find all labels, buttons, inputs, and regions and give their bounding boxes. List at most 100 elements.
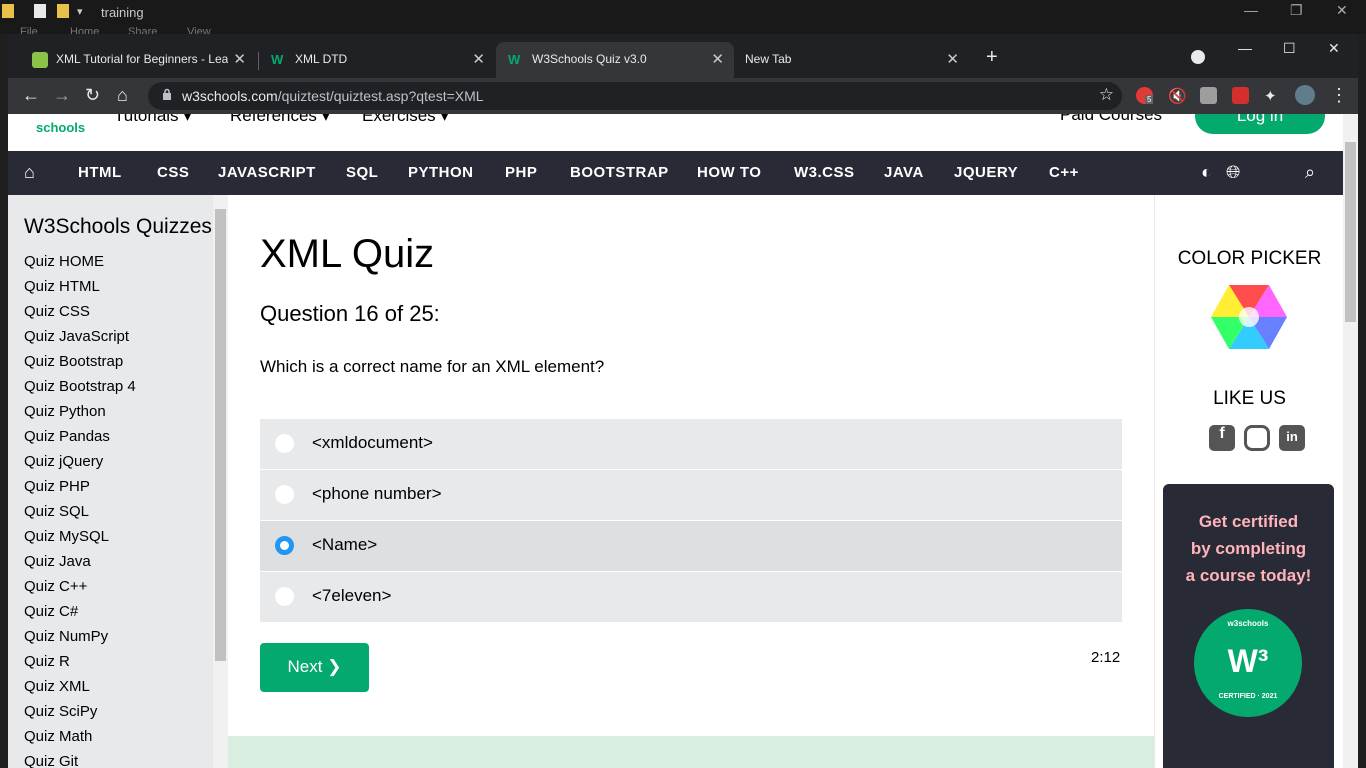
home-icon[interactable]: ⌂ <box>117 85 128 106</box>
facebook-icon[interactable]: f <box>1209 425 1235 451</box>
nav-css[interactable]: CSS <box>157 164 189 181</box>
sidebar-item-quiz-r[interactable]: Quiz R <box>24 653 70 670</box>
tab-w3schools-quiz[interactable]: W W3Schools Quiz v3.0 ✕ <box>496 42 734 78</box>
sidebar-item-quiz-c[interactable]: Quiz C++ <box>24 578 87 595</box>
promo-line: Get certified <box>1198 512 1299 531</box>
tab-xml-dtd[interactable]: W XML DTD ✕ <box>259 42 495 78</box>
radio-button-checked[interactable] <box>275 536 294 555</box>
sidebar-item-quiz-pandas[interactable]: Quiz Pandas <box>24 428 110 445</box>
new-folder-icon[interactable] <box>57 4 69 18</box>
next-button[interactable]: Next ❯ <box>260 643 369 692</box>
page-scrollbar[interactable] <box>1343 114 1358 768</box>
sidebar-item-quiz-python[interactable]: Quiz Python <box>24 403 106 420</box>
sidebar-item-quiz-jquery[interactable]: Quiz jQuery <box>24 453 103 470</box>
quiz-option-selected[interactable]: <Name> <box>260 521 1122 571</box>
reload-icon[interactable]: ↻ <box>85 85 100 106</box>
quiz-option[interactable]: <7eleven> <box>260 572 1122 622</box>
nav-python[interactable]: PYTHON <box>408 164 474 181</box>
sidebar-item-quiz-math[interactable]: Quiz Math <box>24 728 92 745</box>
bookmark-star-icon[interactable]: ☆ <box>1099 85 1114 105</box>
w3schools-certified-badge: w3schools W³ CERTIFIED · 2021 <box>1194 609 1302 717</box>
home-icon[interactable]: ⌂ <box>24 162 35 183</box>
back-icon[interactable]: ← <box>22 85 40 106</box>
radio-button[interactable] <box>275 434 294 453</box>
nav-w3css[interactable]: W3.CSS <box>794 164 855 181</box>
color-wheel-icon[interactable] <box>1210 283 1288 351</box>
w3schools-logo[interactable]: schools <box>36 114 85 135</box>
sidebar-item-quiz-bootstrap[interactable]: Quiz Bootstrap <box>24 353 123 370</box>
properties-icon[interactable] <box>34 4 46 18</box>
sidebar-item-quiz-php[interactable]: Quiz PHP <box>24 478 90 495</box>
radio-button[interactable] <box>275 587 294 606</box>
dark-mode-icon[interactable]: ◐ <box>1201 162 1212 183</box>
right-column: COLOR PICKER LIKE US f in Get certified … <box>1154 195 1343 768</box>
tab-xml-tutorial[interactable]: XML Tutorial for Beginners - Lear ✕ <box>20 42 256 78</box>
sidebar-item-quiz-sql[interactable]: Quiz SQL <box>24 503 89 520</box>
new-tab-plus-icon[interactable]: + <box>986 46 998 69</box>
quiz-option[interactable]: <phone number> <box>260 470 1122 520</box>
logo-text: schools <box>36 120 86 135</box>
tab-close-icon[interactable]: ✕ <box>711 50 724 68</box>
quiz-option[interactable]: <xmldocument> <box>260 419 1122 469</box>
certification-promo[interactable]: Get certified by completing a course tod… <box>1163 484 1334 768</box>
chrome-menu-icon[interactable]: ⋮ <box>1330 85 1348 106</box>
tab-close-icon[interactable]: ✕ <box>472 50 485 68</box>
tab-close-icon[interactable]: ✕ <box>946 50 959 68</box>
sidebar-item-quiz-git[interactable]: Quiz Git <box>24 753 78 768</box>
sidebar-scroll-thumb[interactable] <box>215 209 226 661</box>
sidebar-item-quiz-scipy[interactable]: Quiz SciPy <box>24 703 97 720</box>
image-extension-icon[interactable] <box>1200 87 1217 104</box>
linkedin-icon[interactable]: in <box>1279 425 1305 451</box>
tab-close-icon[interactable]: ✕ <box>233 50 246 68</box>
nav-cpp[interactable]: C++ <box>1049 164 1079 181</box>
mute-extension-icon[interactable]: 🔇 <box>1168 87 1187 105</box>
search-icon[interactable]: ⌕ <box>1305 162 1315 183</box>
nav-how-to[interactable]: HOW TO <box>697 164 761 181</box>
sidebar-scrollbar[interactable] <box>213 195 228 768</box>
sidebar-item-quiz-javascript[interactable]: Quiz JavaScript <box>24 328 129 345</box>
sidebar-item-quiz-java[interactable]: Quiz Java <box>24 553 91 570</box>
sidebar-item-quiz-css[interactable]: Quiz CSS <box>24 303 90 320</box>
nav-jquery[interactable]: JQUERY <box>954 164 1018 181</box>
login-button[interactable]: Log in <box>1195 114 1325 134</box>
nav-bootstrap[interactable]: BOOTSTRAP <box>570 164 669 181</box>
option-label: <7eleven> <box>312 586 392 605</box>
menu-tutorials[interactable]: Tutorials ▾ <box>114 114 192 126</box>
instagram-icon[interactable] <box>1244 425 1270 451</box>
sidebar-item-quiz-html[interactable]: Quiz HTML <box>24 278 100 295</box>
sidebar-item-quiz-numpy[interactable]: Quiz NumPy <box>24 628 108 645</box>
sidebar-item-quiz-home[interactable]: Quiz HOME <box>24 253 104 270</box>
sidebar-item-quiz-c[interactable]: Quiz C# <box>24 603 78 620</box>
explorer-close-icon[interactable]: ✕ <box>1336 2 1348 19</box>
nav-php[interactable]: PHP <box>505 164 537 181</box>
video-extension-icon[interactable] <box>1232 87 1249 104</box>
address-bar[interactable]: w3schools.com/quiztest/quiztest.asp?qtes… <box>148 82 1122 110</box>
url-host: w3schools.com <box>182 88 278 104</box>
profile-avatar[interactable] <box>1295 85 1315 105</box>
tab-search-icon[interactable] <box>1191 50 1205 64</box>
quick-access-dropdown-icon[interactable]: ▾ <box>77 5 83 18</box>
paid-courses-link[interactable]: Paid Courses <box>1060 114 1162 125</box>
close-window-icon[interactable]: ✕ <box>1328 40 1340 57</box>
globe-icon[interactable]: 🌐︎ <box>1226 162 1240 183</box>
extensions-puzzle-icon[interactable]: ✦ <box>1264 87 1281 105</box>
menu-exercises[interactable]: Exercises ▾ <box>362 114 449 126</box>
forward-icon[interactable]: → <box>53 85 71 106</box>
sidebar-item-quiz-mysql[interactable]: Quiz MySQL <box>24 528 109 545</box>
sidebar-item-quiz-xml[interactable]: Quiz XML <box>24 678 90 695</box>
nav-sql[interactable]: SQL <box>346 164 378 181</box>
nav-java[interactable]: JAVA <box>884 164 924 181</box>
explorer-minimize-icon[interactable]: — <box>1244 2 1258 18</box>
menu-references[interactable]: References ▾ <box>230 114 330 126</box>
nav-html[interactable]: HTML <box>78 164 122 181</box>
maximize-icon[interactable]: ☐ <box>1283 40 1296 57</box>
quiz-timer: 2:12 <box>1091 649 1121 666</box>
explorer-restore-icon[interactable]: ❐ <box>1290 2 1303 19</box>
quiz-sidebar: W3Schools Quizzes Quiz HOME Quiz HTML Quiz… <box>8 195 228 768</box>
radio-button[interactable] <box>275 485 294 504</box>
nav-javascript[interactable]: JAVASCRIPT <box>218 164 316 181</box>
tab-new-tab[interactable]: New Tab ✕ <box>733 42 969 78</box>
sidebar-item-quiz-bootstrap-4[interactable]: Quiz Bootstrap 4 <box>24 378 136 395</box>
minimize-icon[interactable]: — <box>1238 40 1252 56</box>
page-scroll-thumb[interactable] <box>1345 142 1356 322</box>
